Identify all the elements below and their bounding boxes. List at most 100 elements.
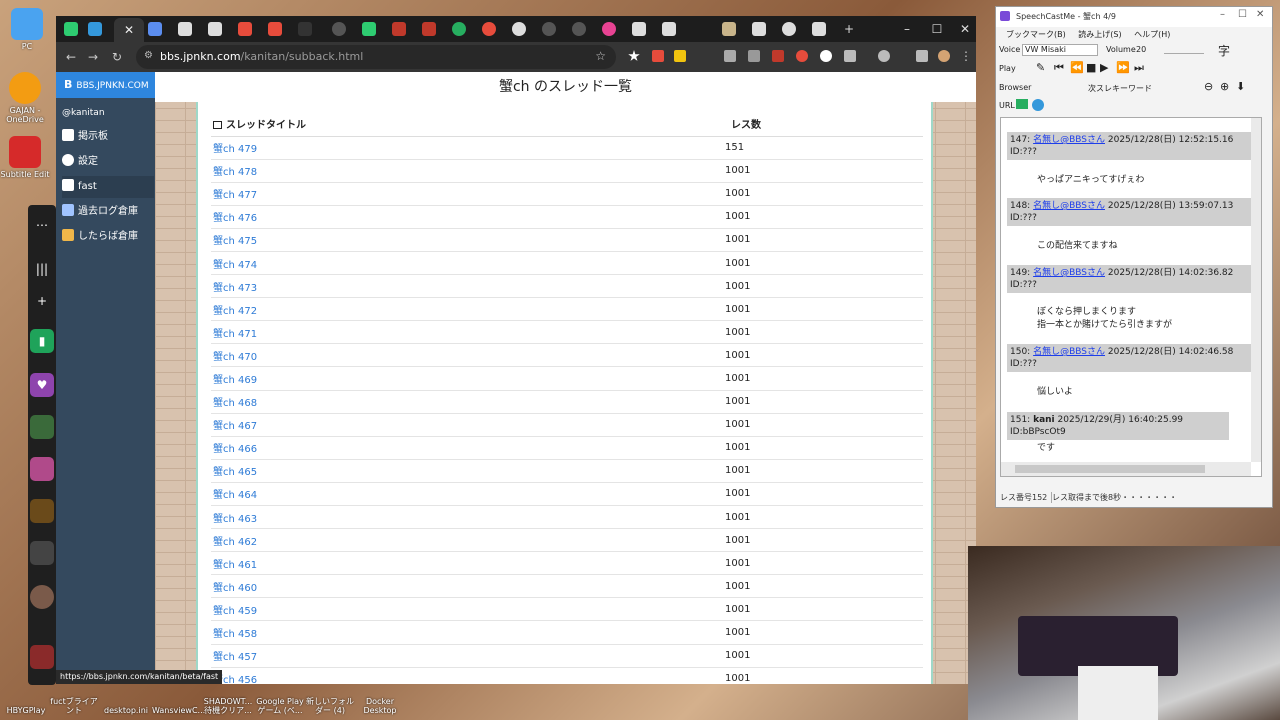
tab-favicon[interactable] [752,22,766,36]
extension-icon[interactable] [820,50,832,62]
vertical-scrollbar[interactable] [1251,118,1261,462]
tab-favicon[interactable] [662,22,676,36]
ie-icon[interactable] [1032,99,1044,111]
go-arrow-icon[interactable] [1016,99,1028,109]
tab-favicon[interactable] [298,22,312,36]
thread-link[interactable]: 蟹ch 473 [213,283,257,294]
thread-link[interactable]: 蟹ch 461 [213,560,257,571]
tab-favicon[interactable] [632,22,646,36]
tab-favicon[interactable] [482,22,496,36]
thread-link[interactable]: 蟹ch 476 [213,213,257,224]
thread-link[interactable]: 蟹ch 466 [213,444,257,455]
download-icon[interactable]: ⬇ [1236,80,1245,93]
thread-link[interactable]: 蟹ch 467 [213,421,257,432]
forward-icon[interactable]: → [84,48,102,66]
extension-icon[interactable] [652,50,664,62]
app-thumbnail-icon[interactable] [30,457,54,481]
key-icon[interactable] [878,50,890,62]
zoom-out-icon[interactable]: ⊖ [1204,80,1213,93]
bookmark-icon[interactable]: ▮ [30,329,54,353]
tab-favicon[interactable] [512,22,526,36]
desktop-label[interactable]: SHADOWT... 待機クリア... [202,698,254,716]
tab-favicon[interactable] [782,22,796,36]
heart-icon[interactable]: ♥ [30,373,54,397]
extension-icon[interactable] [674,50,686,62]
menu-kebab-icon[interactable]: ⋮ [960,50,972,62]
thread-link[interactable]: 蟹ch 462 [213,537,257,548]
reload-icon[interactable]: ↻ [108,48,126,66]
thread-link[interactable]: 蟹ch 463 [213,514,257,525]
sidebar-item-settings[interactable]: 設定 [62,151,154,173]
tab-favicon[interactable] [268,22,282,36]
desktop-label[interactable]: WansviewC... [152,706,205,716]
fast-forward-icon[interactable]: ⏩ [1116,61,1130,74]
thread-link[interactable]: 蟹ch 477 [213,190,257,201]
desktop-label[interactable]: Google Play ゲーム (ベ... [254,698,306,716]
tab-favicon[interactable] [238,22,252,36]
tab-favicon[interactable] [88,22,102,36]
desktop-icon-pc[interactable]: PC [2,8,52,51]
tab-favicon[interactable] [422,22,436,36]
site-info-icon[interactable]: ⚙ [144,50,153,61]
app-thumbnail-icon[interactable] [30,541,54,565]
tab-favicon[interactable] [452,22,466,36]
close-icon[interactable]: ✕ [1256,9,1264,20]
menu-read-aloud[interactable]: 読み上げ(S) [1078,30,1121,39]
extension-icon[interactable] [772,50,784,62]
thread-link[interactable]: 蟹ch 459 [213,606,257,617]
tab-favicon[interactable] [148,22,162,36]
pencil-icon[interactable]: ✎ [1036,61,1045,74]
sidebar-item-shitaraba[interactable]: したらば倉庫 [62,226,154,248]
close-window-icon[interactable]: ✕ [954,19,976,39]
sidepanel-icon[interactable] [916,50,928,62]
address-bar[interactable]: ⚙ bbs.jpnkn.com/kanitan/subback.html ☆ [136,45,616,69]
skip-end-icon[interactable]: ⏭ [1134,61,1144,75]
desktop-label[interactable]: HBYGPlay [0,706,52,716]
tab-favicon[interactable] [392,22,406,36]
horizontal-scrollbar[interactable] [1001,462,1251,476]
menu-help[interactable]: ヘルプ(H) [1134,30,1170,39]
tab-favicon[interactable] [64,22,78,36]
new-tab-icon[interactable]: + [838,19,860,39]
tab-favicon[interactable] [722,22,736,36]
maximize-icon[interactable]: ☐ [926,19,948,39]
zoom-in-icon[interactable]: ⊕ [1220,80,1229,93]
char-label[interactable]: 字 [1218,42,1230,59]
scrollbar-thumb[interactable] [1015,465,1205,473]
extension-icon[interactable] [796,50,808,62]
tab-active-close-icon[interactable]: ✕ [114,18,144,42]
volume-slider[interactable] [1164,44,1204,54]
minimize-icon[interactable]: – [896,19,918,39]
extension-icon[interactable] [698,50,710,62]
star-extension-icon[interactable] [628,50,640,61]
tab-favicon[interactable] [812,22,826,36]
sidebar-item-fast[interactable]: fast [62,176,154,198]
minimize-icon[interactable]: – [1220,9,1225,20]
brand-link[interactable]: B BBS.JPNKN.COM [56,72,155,98]
sidebar-item-board[interactable]: 掲示板 [62,126,154,148]
thread-link[interactable]: 蟹ch 479 [213,144,257,155]
play-icon[interactable]: ▶ [1100,61,1108,74]
back-icon[interactable]: ← [62,48,80,66]
thread-link[interactable]: 蟹ch 457 [213,652,257,663]
desktop-icon-subtitle-edit[interactable]: Subtitle Edit [0,136,50,179]
thread-link[interactable]: 蟹ch 472 [213,306,257,317]
add-icon[interactable]: + [30,289,54,313]
voice-select[interactable]: VW Misaki [1022,44,1098,56]
extension-icon[interactable] [748,50,760,62]
tab-favicon[interactable] [602,22,616,36]
thread-link[interactable]: 蟹ch 464 [213,490,257,501]
tab-favicon[interactable] [332,22,346,36]
maximize-icon[interactable]: ☐ [1238,9,1247,20]
poster-name[interactable]: 名無し@BBSさん [1033,268,1105,278]
tab-favicon[interactable] [542,22,556,36]
sidebar-item-past-log[interactable]: 過去ログ倉庫 [62,201,154,223]
thread-link[interactable]: 蟹ch 475 [213,236,257,247]
tab-favicon[interactable] [572,22,586,36]
tab-favicon[interactable] [208,22,222,36]
desktop-label[interactable]: Docker Desktop [354,698,406,716]
bookmark-star-icon[interactable]: ☆ [595,49,606,63]
desktop-label[interactable]: 新しいフォルダー (4) [304,698,356,716]
thread-link[interactable]: 蟹ch 469 [213,375,257,386]
skip-start-icon[interactable]: ⏮ [1054,61,1064,75]
